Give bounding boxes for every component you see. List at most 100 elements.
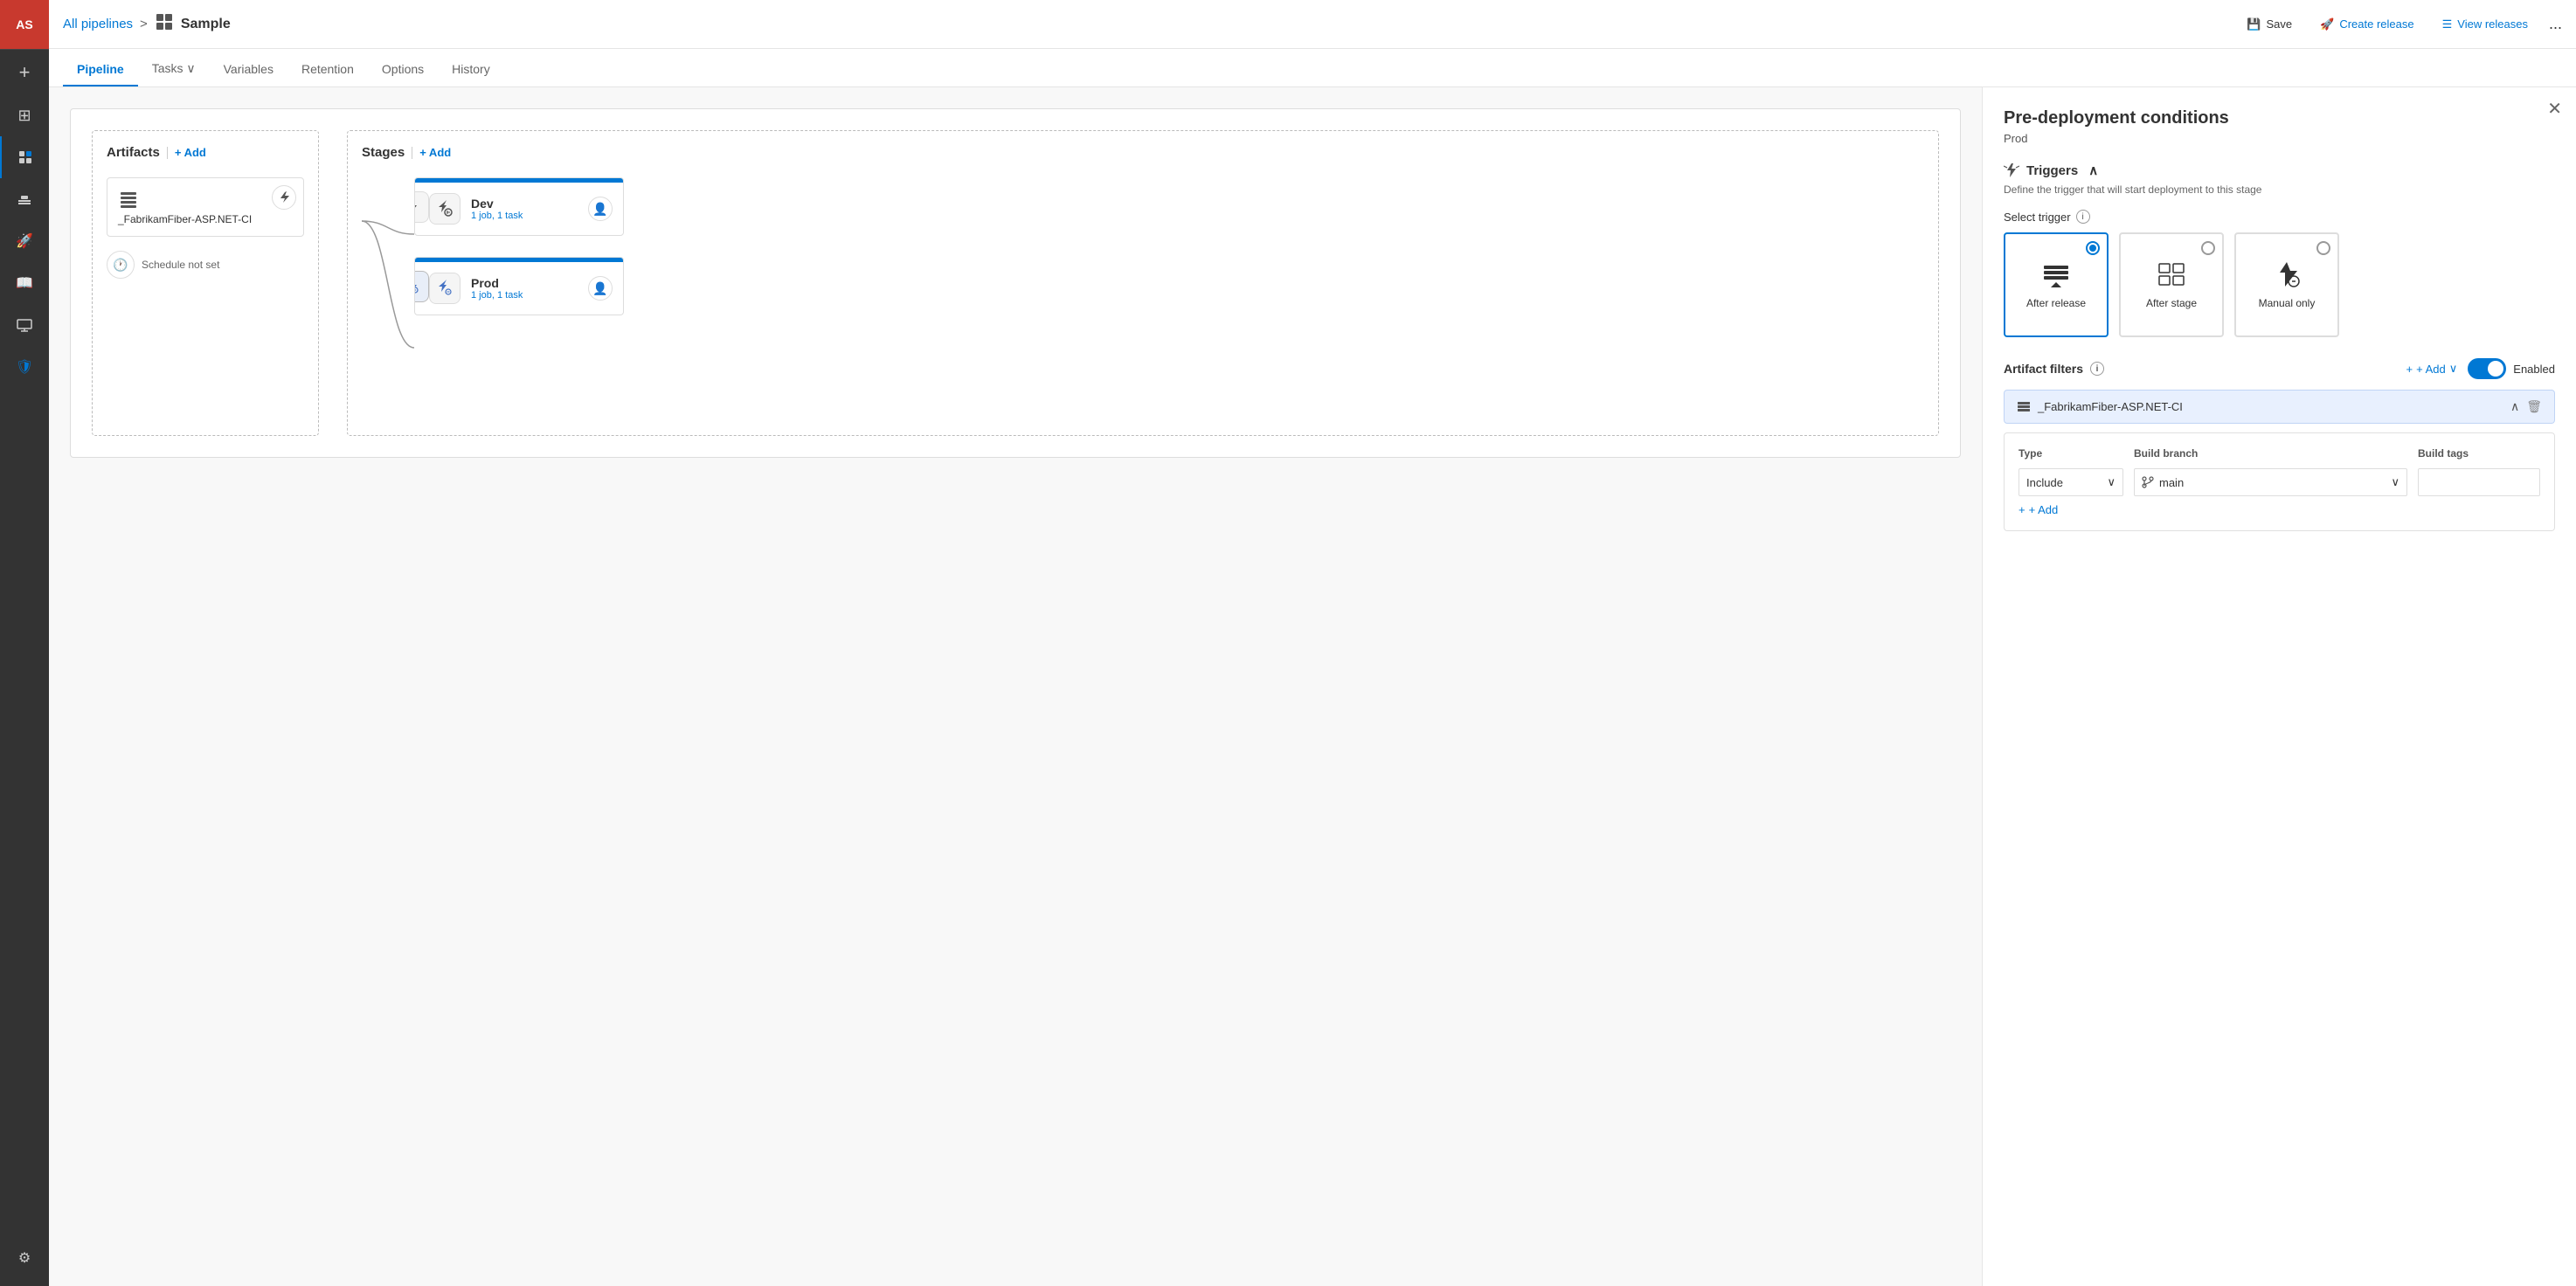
breadcrumb-link[interactable]: All pipelines xyxy=(63,17,133,31)
trigger-select-label: Select trigger i xyxy=(2004,210,2555,224)
pipelines-icon xyxy=(17,149,33,165)
stage-card-dev[interactable]: Dev 1 job, 1 task 👤 xyxy=(414,177,624,236)
pipeline-area: Artifacts + Add xyxy=(70,108,1961,458)
sidebar-icon-deploy[interactable] xyxy=(0,178,49,220)
close-button[interactable]: ✕ xyxy=(2547,98,2562,120)
after-release-radio xyxy=(2086,241,2100,255)
artifact-card[interactable]: _FabrikamFiber-ASP.NET-CI xyxy=(107,177,304,237)
after-release-icon xyxy=(2040,259,2072,290)
artifacts-panel: Artifacts + Add xyxy=(92,130,319,436)
sidebar-icon-library[interactable]: 📖 xyxy=(0,262,49,304)
stage-trigger-left-prod[interactable] xyxy=(414,271,429,302)
stages-header: Stages + Add xyxy=(362,145,1924,160)
dev-trigger-icon xyxy=(414,200,420,214)
filter-table-header: Type Build branch Build tags xyxy=(2019,447,2540,460)
sidebar-icon-monitor[interactable] xyxy=(0,304,49,346)
prod-stage-name: Prod xyxy=(471,276,578,290)
artifact-name: _FabrikamFiber-ASP.NET-CI xyxy=(118,213,293,225)
view-releases-button[interactable]: ☰ View releases xyxy=(2435,14,2535,35)
prod-stage-body: Prod 1 job, 1 task 👤 xyxy=(415,262,623,315)
manual-only-icon xyxy=(2271,259,2302,290)
trigger-after-stage[interactable]: After stage xyxy=(2119,232,2224,337)
canvas: Artifacts + Add xyxy=(49,87,1982,1286)
triggers-label: Triggers xyxy=(2026,163,2078,178)
topbar-actions: 💾 Save 🚀 Create release ☰ View releases … xyxy=(2240,14,2562,35)
filter-add-row-label: + Add xyxy=(2029,503,2059,516)
add-filter-dropdown-icon[interactable]: ∨ xyxy=(2449,362,2458,376)
filter-type-select[interactable]: Include ∨ xyxy=(2019,468,2123,496)
create-release-button[interactable]: 🚀 Create release xyxy=(2313,14,2420,35)
add-filter-button[interactable]: + + Add ∨ xyxy=(2406,362,2458,376)
triggers-section-label[interactable]: Triggers ∧ xyxy=(2004,162,2555,178)
after-stage-radio xyxy=(2201,241,2215,255)
artifact-filters-controls: + + Add ∨ Enabled xyxy=(2406,358,2555,379)
filter-add-row-button[interactable]: + + Add xyxy=(2019,503,2540,516)
artifact-filters-info-icon[interactable]: i xyxy=(2090,362,2104,376)
topbar: All pipelines > Sample 💾 Save 🚀 Create r… xyxy=(49,0,2576,49)
main: All pipelines > Sample 💾 Save 🚀 Create r… xyxy=(49,0,2576,1286)
prod-icon xyxy=(436,280,454,297)
filter-delete-icon[interactable]: 🗑 xyxy=(2526,399,2542,414)
dev-stage-name: Dev xyxy=(471,197,578,211)
artifact-trigger-icon[interactable] xyxy=(272,185,296,210)
filter-toggle[interactable] xyxy=(2468,358,2506,379)
filter-branch-chevron: ∨ xyxy=(2391,475,2399,489)
sidebar-icon-rockets[interactable]: 🚀 xyxy=(0,220,49,262)
filter-branch-value: main xyxy=(2159,476,2184,489)
schedule-card: 🕐 Schedule not set xyxy=(107,251,304,279)
dev-stage-sub: 1 job, 1 task xyxy=(471,211,578,221)
stage-trigger-left-dev[interactable] xyxy=(414,191,429,223)
trigger-after-release[interactable]: After release xyxy=(2004,232,2109,337)
create-release-label: Create release xyxy=(2339,17,2413,31)
dev-stage-body: Dev 1 job, 1 task 👤 xyxy=(415,183,623,235)
add-button[interactable]: + xyxy=(0,49,49,94)
manual-only-radio xyxy=(2316,241,2330,255)
triggers-collapse-icon[interactable]: ∧ xyxy=(2088,162,2098,178)
panel-title: Pre-deployment conditions xyxy=(2004,108,2555,128)
tab-variables[interactable]: Variables xyxy=(210,53,287,86)
tab-tasks[interactable]: Tasks ∨ xyxy=(138,52,210,86)
sidebar-icon-settings[interactable]: ⚙ xyxy=(0,1237,49,1279)
artifact-filters-title-group: Artifact filters i xyxy=(2004,362,2104,376)
more-button[interactable]: ... xyxy=(2549,15,2562,33)
prod-stage-info: Prod 1 job, 1 task xyxy=(471,276,578,301)
sidebar-icon-pipelines[interactable] xyxy=(0,136,49,178)
avatar[interactable]: AS xyxy=(0,0,49,49)
tab-retention[interactable]: Retention xyxy=(287,53,368,86)
dev-stage-icon xyxy=(429,193,460,225)
artifacts-header: Artifacts + Add xyxy=(107,145,304,160)
filter-expand-icon[interactable]: ∧ xyxy=(2510,399,2519,414)
manual-only-label: Manual only xyxy=(2259,297,2316,311)
trigger-info-icon[interactable]: i xyxy=(2076,210,2090,224)
pipeline-name: Sample xyxy=(181,17,231,32)
pipeline-type-icon xyxy=(155,12,174,31)
branch-icon xyxy=(2142,476,2154,488)
filter-tags-input[interactable] xyxy=(2418,468,2540,496)
tab-pipeline[interactable]: Pipeline xyxy=(63,53,138,86)
filter-col-tags-header: Build tags xyxy=(2418,447,2540,460)
monitor-icon xyxy=(17,317,32,333)
filter-col-type-header: Type xyxy=(2019,447,2123,460)
filter-type-chevron: ∨ xyxy=(2107,475,2116,489)
add-stage-button[interactable]: + Add xyxy=(419,146,451,159)
filter-branch-input[interactable]: main ∨ xyxy=(2134,468,2407,496)
stage-card-prod[interactable]: Prod 1 job, 1 task 👤 xyxy=(414,257,624,315)
panel-subtitle: Prod xyxy=(2004,132,2555,145)
add-artifact-button[interactable]: + Add xyxy=(175,146,206,159)
sidebar-icon-board[interactable]: ⊞ xyxy=(0,94,49,136)
tab-options[interactable]: Options xyxy=(368,53,438,86)
after-release-label: After release xyxy=(2026,297,2086,311)
trigger-manual-only[interactable]: Manual only xyxy=(2234,232,2339,337)
tab-history[interactable]: History xyxy=(438,53,504,86)
dev-stage-approvals[interactable]: 👤 xyxy=(588,197,613,221)
filter-type-value: Include xyxy=(2026,476,2063,489)
view-releases-icon: ☰ xyxy=(2442,17,2453,31)
schedule-icon[interactable]: 🕐 xyxy=(107,251,135,279)
save-button[interactable]: 💾 Save xyxy=(2240,14,2299,35)
filter-col-branch-header: Build branch xyxy=(2134,447,2407,460)
prod-stage-approvals[interactable]: 👤 xyxy=(588,276,613,301)
sidebar-icon-shield[interactable]: 🛡 xyxy=(0,346,49,388)
stages-title: Stages xyxy=(362,145,405,160)
content: Artifacts + Add xyxy=(49,87,2576,1286)
stages-panel: Stages + Add xyxy=(347,130,1939,436)
